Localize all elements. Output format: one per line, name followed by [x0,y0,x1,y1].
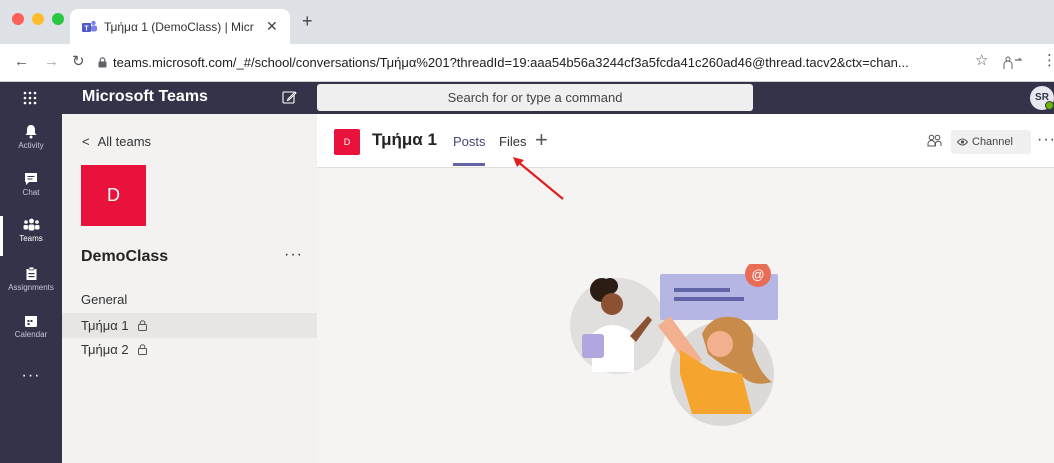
rail-item-chat[interactable]: Chat [0,170,62,212]
rail-item-assignments[interactable]: Assignments [0,264,62,306]
active-tab-indicator [453,163,485,166]
status-badge [1045,101,1054,110]
channel-label: Τμήμα 2 [81,342,129,357]
new-tab-button[interactable]: + [302,12,313,30]
teams-icon [23,218,39,231]
extension-icon[interactable] [1003,56,1023,70]
annotation-arrow-icon [513,157,564,200]
calendar-icon [25,316,37,327]
team-more-options-button[interactable]: ··· [284,246,303,264]
browser-tab[interactable]: T Τμήμα 1 (DemoClass) | Microso ✕ [70,9,290,44]
address-bar: ← → ↻ teams.microsoft.com/_#/school/conv… [0,44,1054,82]
app-title: Microsoft Teams [82,88,208,105]
app-rail: Activity Chat Teams Assignments Calendar [0,114,62,463]
back-arrow-icon[interactable]: ← [14,54,29,70]
team-avatar[interactable]: D [81,165,146,226]
bell-icon [25,125,37,139]
rail-label-chat: Chat [22,188,40,197]
assignments-icon [26,266,36,280]
compose-icon[interactable] [282,90,297,105]
welcome-illustration: @ [570,264,778,426]
lock-icon[interactable] [98,57,107,68]
svg-text:@: @ [751,267,764,282]
rail-label-calendar: Calendar [14,330,48,339]
url-field[interactable]: teams.microsoft.com/_#/school/conversati… [113,55,909,70]
forward-arrow-icon[interactable]: → [44,54,59,70]
channel-label: General [81,292,128,307]
browser-menu-icon[interactable]: ⋮ [1042,53,1054,69]
channel-item-tmima-1[interactable]: Τμήμα 1 [62,313,317,338]
reload-icon[interactable]: ↻ [72,54,85,70]
all-teams-label: All teams [97,134,152,149]
channel-header: D Τμήμα 1 Posts Files + Channel ··· [317,114,1054,168]
chevron-left-icon: < [82,134,90,149]
teams-favicon-icon: T [82,20,97,33]
minimize-window-dot[interactable] [32,13,44,25]
team-members-icon[interactable] [927,134,942,148]
eye-icon [956,138,969,146]
channel-team-avatar: D [334,129,360,155]
tab-title: Τμήμα 1 (DemoClass) | Microso [104,20,254,34]
svg-text:T: T [84,26,89,33]
search-input[interactable]: Search for or type a command [317,84,753,111]
rail-label-assignments: Assignments [8,283,54,292]
channel-item-general[interactable]: General [62,287,317,312]
tab-files[interactable]: Files [499,134,526,149]
bookmark-star-icon[interactable]: ☆ [975,53,988,69]
url-path: /_#/school/conversations/Τμήμα%201?threa… [232,55,909,70]
add-tab-button[interactable]: + [535,127,548,153]
rail-item-calendar[interactable]: Calendar [0,312,62,354]
tab-posts[interactable]: Posts [453,134,486,149]
lock-icon [138,320,148,331]
tab-close-icon[interactable]: ✕ [266,18,278,35]
rail-item-teams[interactable]: Teams [0,216,62,258]
app-launcher-icon[interactable] [23,91,37,105]
rail-more-button[interactable]: ··· [0,367,62,409]
team-name: DemoClass [81,248,169,265]
team-pane: < All teams D DemoClass ··· General Τμήμα… [62,114,317,463]
channel-title: Τμήμα 1 [372,130,437,149]
channel-more-options-button[interactable]: ··· [1037,131,1054,149]
url-host: teams.microsoft.com [113,55,233,70]
teams-header: Microsoft Teams Search for or type a com… [0,82,1054,114]
lock-icon [138,344,148,355]
maximize-window-dot[interactable] [52,13,64,25]
close-window-dot[interactable] [12,13,24,25]
chat-icon [25,173,37,185]
channel-chip-label: Channel [972,136,1013,148]
channel-info-button[interactable]: Channel [951,130,1031,154]
all-teams-link[interactable]: < All teams [82,134,151,149]
rail-label-teams: Teams [19,234,43,243]
rail-item-activity[interactable]: Activity [0,122,62,164]
channel-content: D Τμήμα 1 Posts Files + Channel ··· [317,114,1054,463]
channel-label: Τμήμα 1 [81,318,129,333]
browser-tab-bar: T Τμήμα 1 (DemoClass) | Microso ✕ + [0,0,1054,44]
rail-label-activity: Activity [18,141,44,150]
channel-item-tmima-2[interactable]: Τμήμα 2 [62,337,317,362]
